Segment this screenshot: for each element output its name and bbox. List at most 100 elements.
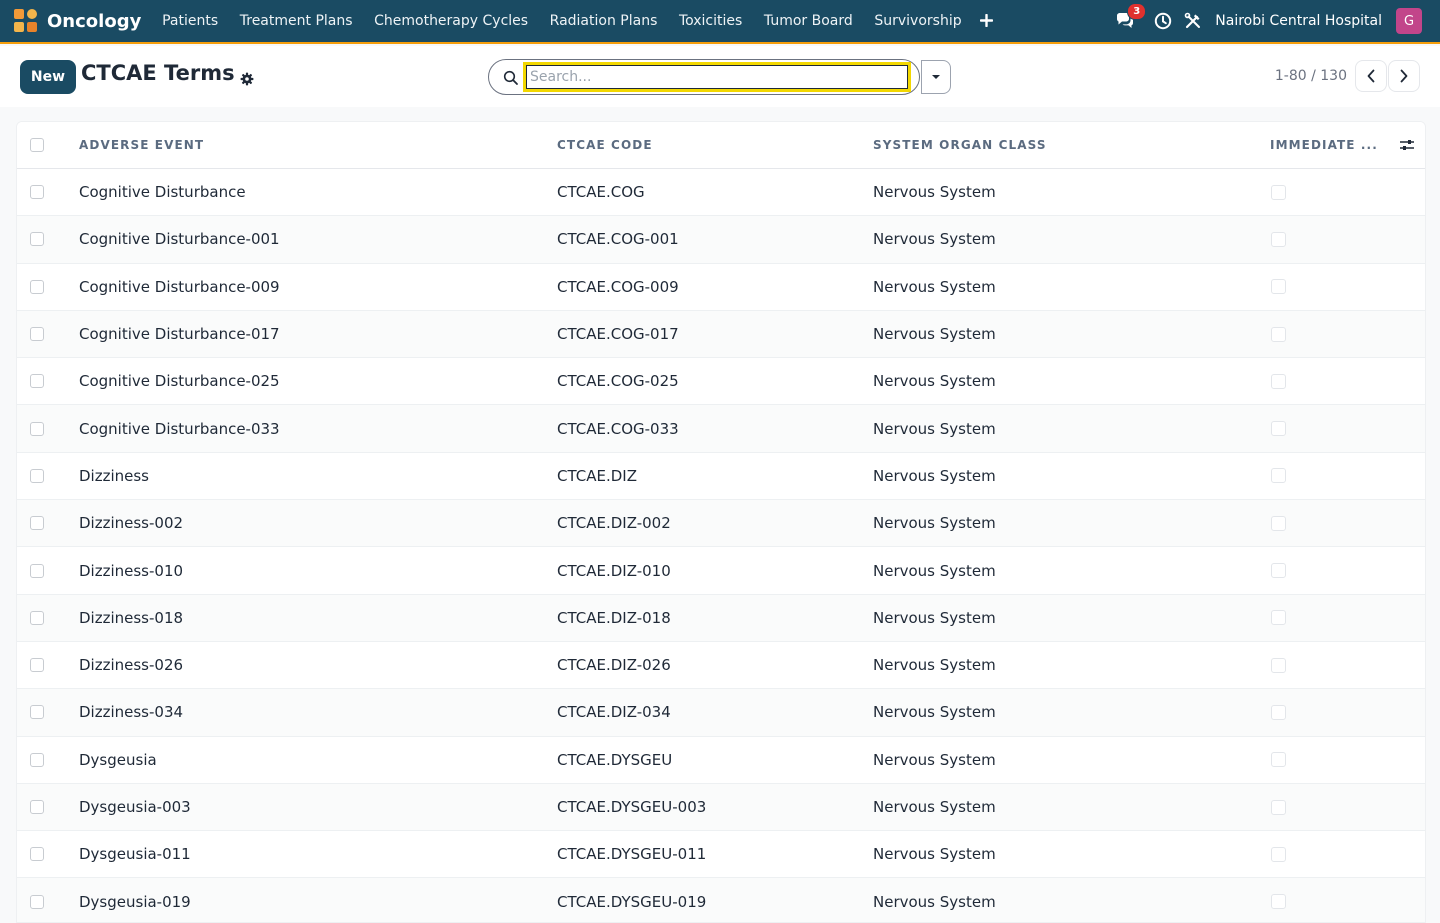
immediate-reporting-checkbox (1271, 373, 1286, 389)
cell-adverse-event[interactable]: Dysgeusia-019 (79, 893, 191, 911)
menu-item-treatment-plans[interactable]: Treatment Plans (229, 13, 363, 29)
table-row[interactable]: Cognitive Disturbance CTCAE.COG Nervous Sy… (17, 169, 1425, 217)
menu-item-toxicities[interactable]: Toxicities (668, 13, 753, 29)
row-checkbox-cell (30, 642, 48, 688)
table-row[interactable]: Dizziness-018 CTCAE.DIZ-018 Nervous System (17, 594, 1425, 642)
cell-system-organ-class: Nervous System (873, 277, 996, 296)
table-row[interactable]: Dysgeusia-003 CTCAE.DYSGEU-003 Nervous Sys… (17, 783, 1425, 832)
pager-value[interactable]: 1-80 / 130 (1260, 68, 1347, 84)
select-all-checkbox-cell (30, 122, 48, 168)
cell-adverse-event[interactable]: Cognitive Disturbance-001 (79, 230, 280, 248)
table-row[interactable]: Dizziness CTCAE.DIZ Nervous System (17, 453, 1425, 501)
row-checkbox[interactable] (30, 279, 44, 294)
select-all-checkbox[interactable] (30, 138, 44, 152)
row-checkbox[interactable] (30, 658, 44, 673)
cell-system-organ-class: Nervous System (873, 798, 996, 816)
brand[interactable]: Oncology (14, 9, 141, 33)
column-header-immediate[interactable]: IMMEDIATE ... (1270, 138, 1378, 152)
row-checkbox-cell (30, 216, 48, 262)
table-row[interactable]: Dysgeusia-011 CTCAE.DYSGEU-011 Nervous Sys… (17, 831, 1425, 879)
row-checkbox[interactable] (30, 232, 44, 247)
menu-item-chemotherapy-cycles[interactable]: Chemotherapy Cycles (363, 13, 539, 29)
table-row[interactable]: Dysgeusia CTCAE.DYSGEU Nervous System (17, 737, 1425, 784)
new-button[interactable]: New (20, 60, 76, 94)
cell-adverse-event[interactable]: Dizziness (79, 467, 149, 485)
row-checkbox[interactable] (30, 800, 44, 814)
cell-adverse-event[interactable]: Dysgeusia-011 (79, 845, 191, 863)
table-row[interactable]: Dizziness-002 CTCAE.DIZ-002 Nervous System (17, 500, 1425, 548)
clock-icon[interactable] (1153, 11, 1173, 31)
cell-system-organ-class: Nervous System (873, 750, 996, 769)
menu-item-survivorship[interactable]: Survivorship (864, 13, 973, 29)
cell-adverse-event[interactable]: Cognitive Disturbance-025 (79, 372, 280, 390)
cell-adverse-event[interactable]: Dizziness-034 (79, 703, 183, 721)
cell-adverse-event[interactable]: Dizziness-018 (79, 609, 183, 627)
cell-adverse-event[interactable]: Dysgeusia-003 (79, 798, 191, 816)
table-row[interactable]: Cognitive Disturbance-017 CTCAE.COG-017 Ne… (17, 310, 1425, 359)
table-row[interactable]: Dizziness-034 CTCAE.DIZ-034 Nervous System (17, 689, 1425, 737)
immediate-reporting-checkbox (1271, 279, 1286, 295)
table-row[interactable]: Cognitive Disturbance-025 CTCAE.COG-025 Ne… (17, 358, 1425, 406)
cell-ctcae-code: CTCAE.DYSGEU-019 (557, 892, 707, 911)
search-options-toggle[interactable] (921, 60, 951, 94)
menu-item-tumor-board[interactable]: Tumor Board (753, 13, 863, 29)
cell-ctcae-code: CTCAE.DIZ-026 (557, 656, 671, 675)
row-checkbox[interactable] (30, 185, 44, 200)
pager-next-button[interactable] (1388, 60, 1420, 92)
search-icon (503, 70, 519, 86)
immediate-reporting-checkbox (1271, 231, 1286, 247)
table-row[interactable]: Cognitive Disturbance-001 CTCAE.COG-001 Ne… (17, 216, 1425, 264)
table-row[interactable]: Cognitive Disturbance-009 CTCAE.COG-009 Ne… (17, 264, 1425, 311)
row-checkbox[interactable] (30, 327, 44, 342)
row-checkbox[interactable] (30, 516, 44, 531)
cell-adverse-event[interactable]: Cognitive Disturbance-017 (79, 325, 280, 343)
search-input[interactable] (523, 62, 911, 92)
column-header-system-organ-class[interactable]: SYSTEM ORGAN CLASS (873, 138, 1047, 152)
search-box (488, 59, 920, 95)
immediate-reporting-checkbox (1271, 326, 1286, 342)
row-checkbox-cell (30, 311, 48, 357)
tools-icon[interactable] (1183, 11, 1203, 31)
table-row[interactable]: Dysgeusia-019 CTCAE.DYSGEU-019 Nervous Sys… (17, 878, 1425, 922)
row-checkbox[interactable] (30, 468, 44, 483)
app-name: Oncology (47, 10, 142, 32)
menu-item-radiation-plans[interactable]: Radiation Plans (539, 13, 668, 29)
avatar[interactable]: G (1396, 8, 1422, 34)
row-checkbox[interactable] (30, 421, 44, 436)
table-row[interactable]: Dizziness-010 CTCAE.DIZ-010 Nervous System (17, 547, 1425, 595)
row-checkbox[interactable] (30, 752, 44, 767)
app-logo-icon (14, 9, 38, 33)
row-checkbox-cell (30, 405, 48, 451)
column-settings-icon[interactable] (1399, 122, 1415, 168)
row-checkbox[interactable] (30, 847, 44, 862)
cell-adverse-event[interactable]: Dizziness-002 (79, 514, 183, 532)
cell-adverse-event[interactable]: Cognitive Disturbance-009 (79, 278, 280, 296)
cell-ctcae-code: CTCAE.COG-033 (557, 419, 679, 438)
company-switcher[interactable]: Nairobi Central Hospital (1215, 13, 1382, 29)
gear-icon[interactable] (240, 71, 254, 86)
cell-system-organ-class: Nervous System (873, 608, 996, 627)
chat-icon[interactable]: 3 (1113, 3, 1147, 33)
row-checkbox[interactable] (30, 705, 44, 720)
row-checkbox[interactable] (30, 610, 44, 625)
immediate-reporting-checkbox (1271, 515, 1286, 531)
column-header-ctcae-code[interactable]: CTCAE CODE (557, 138, 653, 152)
cell-adverse-event[interactable]: Dysgeusia (79, 751, 157, 769)
cell-adverse-event[interactable]: Dizziness-010 (79, 562, 183, 580)
row-checkbox-cell (30, 500, 48, 546)
cell-adverse-event[interactable]: Dizziness-026 (79, 656, 183, 674)
column-header-adverse-event[interactable]: ADVERSE EVENT (79, 138, 204, 152)
pager-previous-button[interactable] (1355, 60, 1387, 92)
row-checkbox-cell (30, 264, 48, 310)
plus-icon[interactable] (972, 11, 999, 32)
cell-adverse-event[interactable]: Cognitive Disturbance-033 (79, 420, 280, 438)
table-row[interactable]: Dizziness-026 CTCAE.DIZ-026 Nervous System (17, 642, 1425, 690)
row-checkbox[interactable] (30, 563, 44, 578)
cell-ctcae-code: CTCAE.DIZ-002 (557, 514, 671, 533)
cell-adverse-event[interactable]: Cognitive Disturbance (79, 183, 246, 201)
row-checkbox[interactable] (30, 374, 44, 389)
menu-item-patients[interactable]: Patients (151, 13, 229, 29)
cell-system-organ-class: Nervous System (873, 656, 996, 675)
row-checkbox[interactable] (30, 894, 44, 909)
table-row[interactable]: Cognitive Disturbance-033 CTCAE.COG-033 Ne… (17, 405, 1425, 453)
